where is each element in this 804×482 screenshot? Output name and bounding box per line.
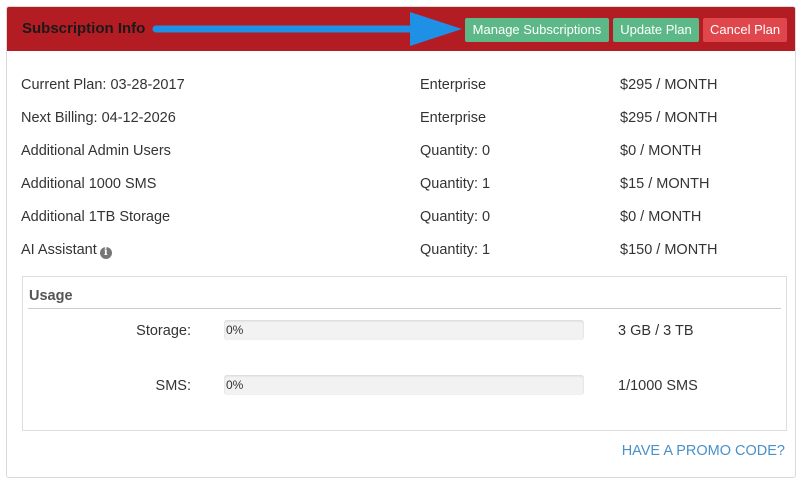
sms-label: SMS: <box>155 378 191 394</box>
subscription-detail: Quantity: 1 <box>420 176 491 192</box>
subscription-name: Additional Admin Users <box>21 143 171 159</box>
subscription-name: AI Assistant <box>21 242 97 258</box>
usage-divider <box>28 308 781 309</box>
sms-progress-bar: 0% <box>224 375 584 395</box>
sms-progress-text: 0% <box>226 378 244 392</box>
subscription-row-sms: Additional 1000 SMS Quantity: 1 $15 / MO… <box>7 176 795 196</box>
arrow-right-icon <box>152 12 462 46</box>
panel-title: Subscription Info <box>22 20 146 37</box>
subscription-detail: Quantity: 1 <box>420 242 491 258</box>
subscription-name: Additional 1000 SMS <box>21 176 157 192</box>
subscription-detail: Enterprise <box>420 77 487 93</box>
info-icon[interactable]: i <box>99 247 112 259</box>
subscription-row-next-billing: Next Billing: 04-12-2026 Enterprise $295… <box>7 110 795 130</box>
usage-section: Usage Storage: 0% 3 GB / 3 TB SMS: 0% 1/… <box>22 276 787 431</box>
promo-code-link[interactable]: HAVE A PROMO CODE? <box>622 443 785 459</box>
usage-title: Usage <box>29 288 73 304</box>
subscription-detail: Quantity: 0 <box>420 143 491 159</box>
subscription-name: Additional 1TB Storage <box>21 209 171 225</box>
subscription-price: $295 / MONTH <box>620 110 718 126</box>
subscription-name: Current Plan: 03-28-2017 <box>21 77 185 93</box>
subscription-price: $150 / MONTH <box>620 242 718 258</box>
subscription-row-storage: Additional 1TB Storage Quantity: 0 $0 / … <box>7 209 795 229</box>
storage-progress-bar: 0% <box>224 320 584 340</box>
subscription-price: $0 / MONTH <box>620 143 702 159</box>
sms-value: 1/1000 SMS <box>618 378 698 394</box>
subscription-price: $0 / MONTH <box>620 209 702 225</box>
manage-subscriptions-button[interactable]: Manage Subscriptions <box>465 18 609 42</box>
storage-value: 3 GB / 3 TB <box>618 323 694 339</box>
subscription-detail: Enterprise <box>420 110 487 126</box>
subscription-row-ai-assistant: AI Assistant i Quantity: 1 $150 / MONTH <box>7 242 795 262</box>
storage-label: Storage: <box>136 323 191 339</box>
subscription-detail: Quantity: 0 <box>420 209 491 225</box>
storage-progress-text: 0% <box>226 323 244 337</box>
subscription-row-admin-users: Additional Admin Users Quantity: 0 $0 / … <box>7 143 795 163</box>
subscription-name-cell: AI Assistant i <box>21 242 112 259</box>
panel-header: Subscription Info Manage Subscriptions U… <box>7 7 795 51</box>
cancel-plan-button[interactable]: Cancel Plan <box>703 18 787 42</box>
subscription-price: $15 / MONTH <box>620 176 710 192</box>
update-plan-button[interactable]: Update Plan <box>613 18 699 42</box>
subscription-row-current-plan: Current Plan: 03-28-2017 Enterprise $295… <box>7 77 795 97</box>
subscription-price: $295 / MONTH <box>620 77 718 93</box>
subscription-panel: Subscription Info Manage Subscriptions U… <box>6 6 796 478</box>
subscription-name: Next Billing: 04-12-2026 <box>21 110 176 126</box>
